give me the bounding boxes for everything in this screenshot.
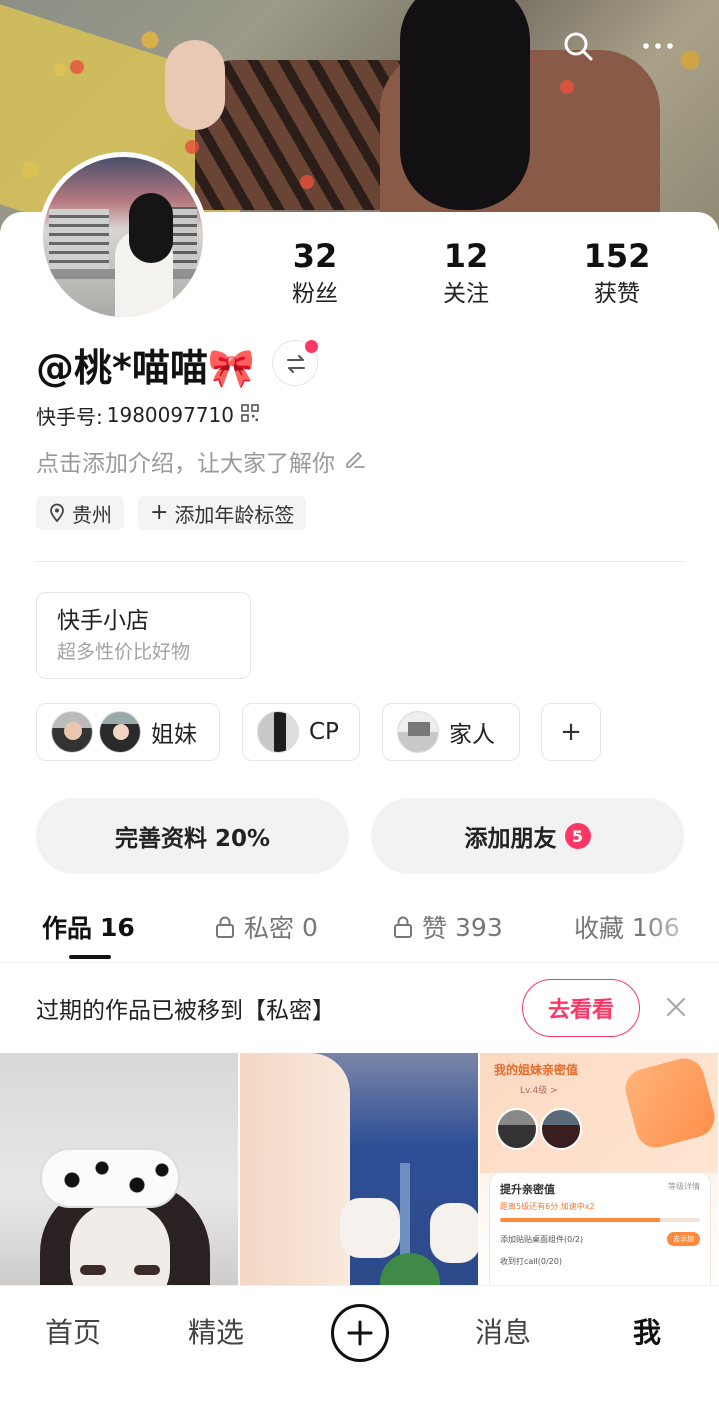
following-count: 12 — [443, 237, 489, 275]
work-thumbnail[interactable]: 我的姐妹亲密值 Lv.4级 > 提升亲密值 等级详情 距离5级还有6分 加速中x… — [480, 1053, 718, 1285]
location-text: 贵州 — [72, 502, 112, 527]
intimacy-task: 收到打call(0/20) — [500, 1257, 562, 1266]
complete-profile-label: 完善资料 20% — [114, 826, 271, 852]
intimacy-card-title: 提升亲密值 — [500, 1183, 555, 1196]
plus-icon: + — [150, 500, 169, 525]
tab-private-count: 0 — [302, 912, 318, 942]
location-tag[interactable]: 贵州 — [36, 496, 124, 530]
tab-works-count: 16 — [100, 912, 135, 942]
intimacy-card: 提升亲密值 等级详情 距离5级还有6分 加速中x2 添加贴贴桌面组件(0/2) … — [490, 1173, 710, 1285]
active-tab-indicator — [69, 955, 111, 959]
relation-cp[interactable]: CP — [242, 703, 360, 761]
intimacy-progress — [500, 1218, 700, 1222]
switch-icon — [287, 355, 305, 373]
work-thumbnail[interactable] — [0, 1053, 238, 1285]
close-icon[interactable] — [662, 993, 690, 1021]
tab-works[interactable]: 作品 16 — [42, 904, 135, 950]
plus-icon — [347, 1320, 373, 1346]
profile-tags: 贵州 + 添加年龄标签 — [36, 496, 307, 530]
add-friends-button[interactable]: 添加朋友 5 — [371, 798, 684, 874]
tab-liked-count: 393 — [455, 912, 503, 942]
followers-label: 粉丝 — [292, 281, 338, 307]
kuaishou-id-value: 1980097710 — [106, 403, 234, 427]
followers-stat[interactable]: 32 粉丝 — [255, 236, 375, 312]
notice-text: 过期的作品已被移到【私密】 — [36, 998, 335, 1024]
cover-hand — [165, 40, 225, 130]
username[interactable]: @桃*喵喵🎀 — [36, 337, 255, 392]
content-tabs: 作品 16 私密 0 赞 393 收藏 106 — [0, 904, 719, 960]
intimacy-task-button: 去添加 — [667, 1232, 700, 1246]
add-friends-label: 添加朋友 — [464, 826, 557, 852]
kuaishou-id-label: 快手号: — [36, 404, 103, 429]
work-thumbnail[interactable] — [240, 1053, 478, 1285]
tab-private-label: 私密 — [244, 914, 295, 943]
relation-family[interactable]: 家人 — [382, 703, 520, 761]
complete-profile-button[interactable]: 完善资料 20% — [36, 798, 349, 874]
relation-sisters-label: 姐妹 — [151, 722, 197, 748]
intimacy-task: 添加贴贴桌面组件(0/2) — [500, 1234, 584, 1244]
intimacy-card-link: 等级详情 — [668, 1182, 700, 1191]
relation-family-label: 家人 — [449, 722, 495, 748]
bio-placeholder[interactable]: 点击添加介绍，让大家了解你 — [36, 444, 367, 478]
avatar — [257, 711, 299, 753]
lock-icon — [216, 916, 234, 938]
notification-dot — [305, 340, 318, 353]
add-friends-badge: 5 — [564, 823, 591, 849]
qr-code-icon[interactable] — [240, 403, 260, 428]
nav-me[interactable]: 我 — [597, 1310, 697, 1356]
add-age-tag-button[interactable]: + 添加年龄标签 — [138, 496, 307, 530]
username-row: @桃*喵喵🎀 — [36, 336, 255, 392]
kuaishou-id-row[interactable]: 快手号: 1980097710 — [36, 400, 260, 430]
go-view-button[interactable]: 去看看 — [522, 979, 640, 1037]
search-icon[interactable] — [560, 28, 596, 64]
tab-scroll-fade — [640, 904, 719, 954]
lock-icon — [394, 916, 412, 938]
avatar[interactable] — [38, 152, 208, 322]
create-button[interactable] — [331, 1304, 389, 1362]
shop-title: 快手小店 — [57, 608, 149, 634]
avatar — [397, 711, 439, 753]
relation-cp-label: CP — [309, 719, 339, 745]
following-stat[interactable]: 12 关注 — [406, 236, 526, 312]
cover-leaf — [560, 80, 574, 94]
location-pin-icon — [50, 503, 64, 523]
tab-favorites-label: 收藏 — [574, 914, 625, 943]
likes-label: 获赞 — [594, 281, 640, 307]
tab-private[interactable]: 私密 0 — [214, 904, 318, 950]
kuaishou-shop-card[interactable]: 快手小店 超多性价比好物 — [36, 592, 251, 679]
likes-count: 152 — [583, 237, 651, 275]
pencil-icon — [343, 446, 367, 476]
cover-leaf — [300, 175, 314, 189]
shop-subtitle: 超多性价比好物 — [57, 641, 191, 663]
nav-messages[interactable]: 消息 — [453, 1310, 553, 1356]
cover-leaf — [185, 140, 199, 154]
nav-home[interactable]: 首页 — [23, 1310, 123, 1356]
tab-works-label: 作品 — [42, 914, 93, 943]
tab-liked[interactable]: 赞 393 — [392, 904, 503, 950]
relation-sisters[interactable]: 姐妹 — [36, 703, 220, 761]
bio-placeholder-text: 点击添加介绍，让大家了解你 — [36, 451, 335, 477]
tab-liked-label: 赞 — [422, 914, 448, 943]
cover-hair — [400, 0, 530, 210]
plus-icon: + — [560, 717, 582, 747]
expired-works-notice: 过期的作品已被移到【私密】 去看看 — [0, 963, 719, 1053]
avatar — [51, 711, 93, 753]
avatar — [99, 711, 141, 753]
intimacy-title: 我的姐妹亲密值 — [494, 1063, 579, 1077]
more-icon[interactable] — [640, 28, 676, 64]
following-label: 关注 — [443, 281, 489, 307]
intimacy-level: Lv.4级 > — [520, 1086, 558, 1096]
nav-featured[interactable]: 精选 — [166, 1310, 266, 1356]
avatar — [540, 1108, 582, 1150]
works-grid: 我的姐妹亲密值 Lv.4级 > 提升亲密值 等级详情 距离5级还有6分 加速中x… — [0, 1053, 719, 1285]
section-divider — [36, 561, 684, 562]
followers-count: 32 — [292, 237, 338, 275]
likes-stat[interactable]: 152 获赞 — [557, 236, 677, 312]
bottom-nav: 首页 精选 消息 我 — [0, 1285, 719, 1405]
cover-leaf — [70, 60, 84, 74]
intimacy-card-sub: 距离5级还有6分 加速中x2 — [500, 1202, 595, 1211]
avatar — [496, 1108, 538, 1150]
add-relation-button[interactable]: + — [541, 703, 601, 761]
add-age-tag-label: 添加年龄标签 — [174, 502, 295, 527]
